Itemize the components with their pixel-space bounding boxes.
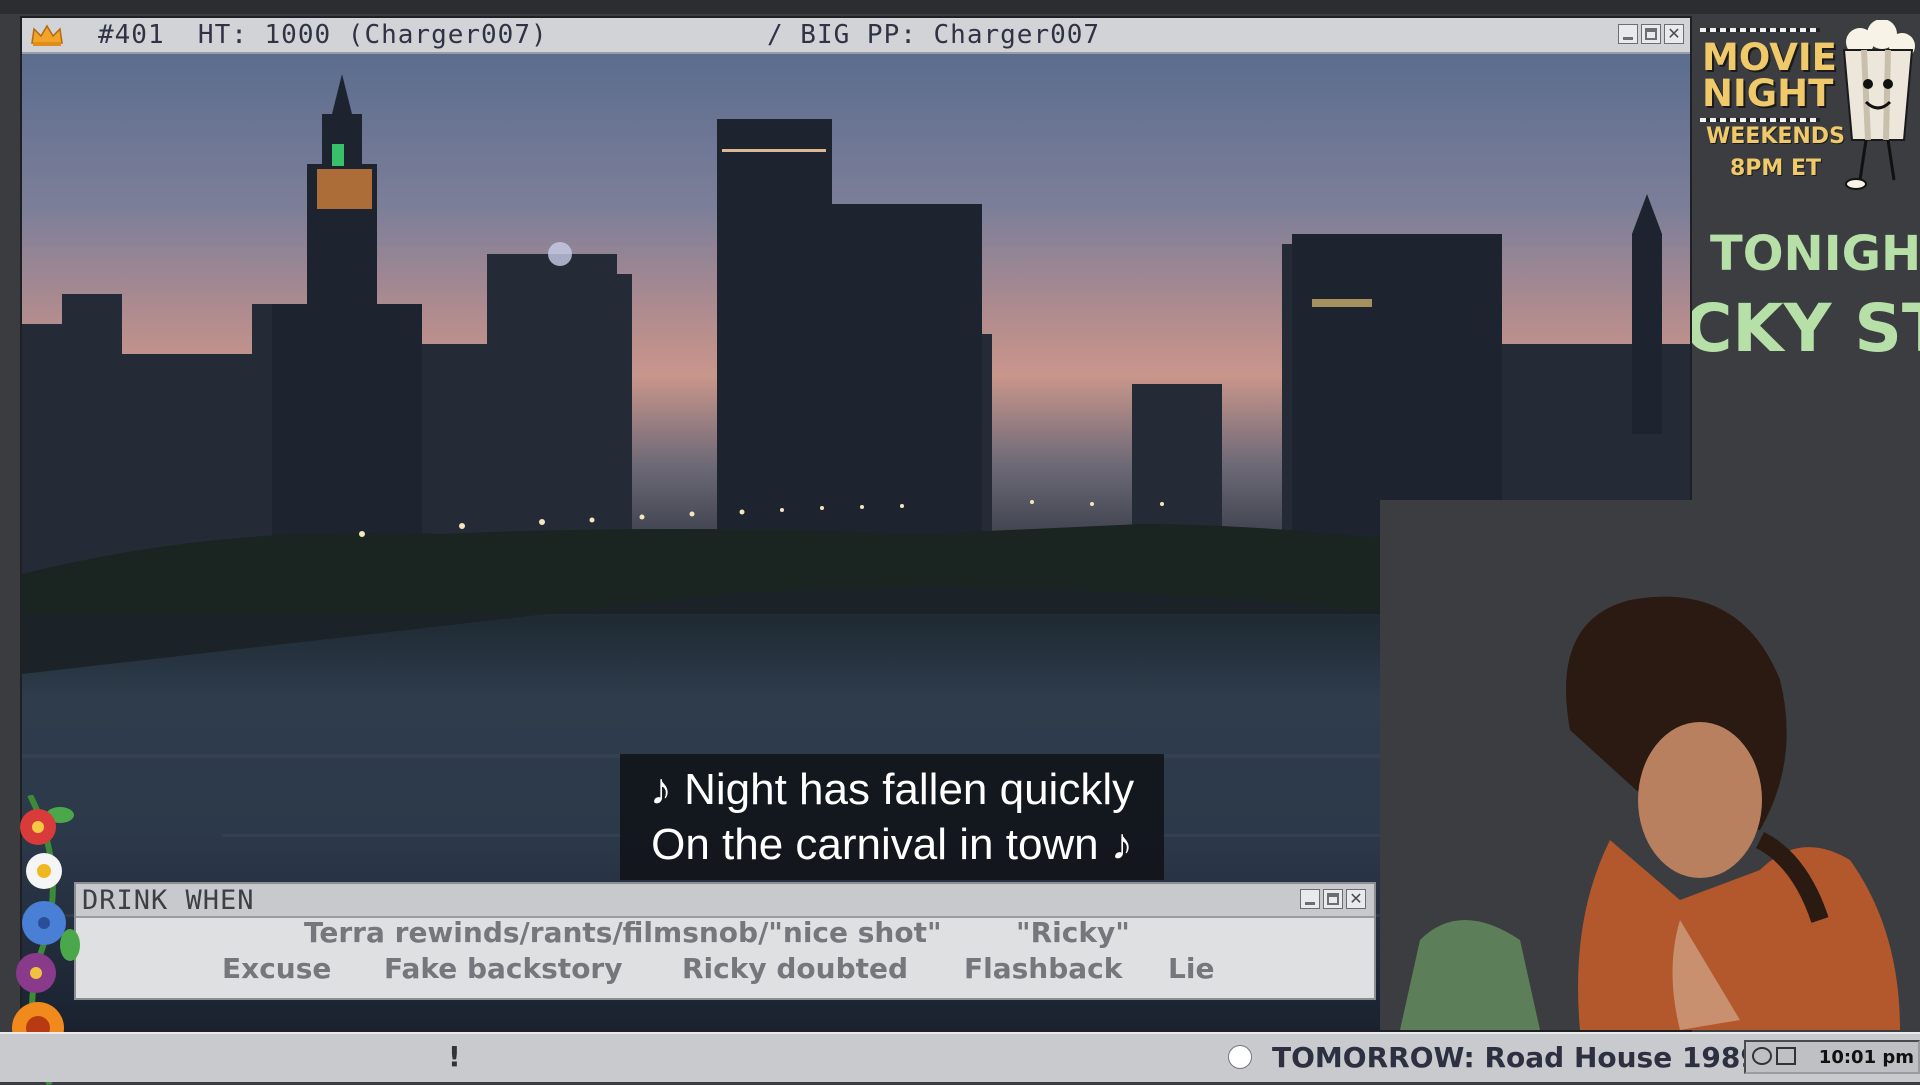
movie-night-title: MOVIE NIGHT [1702,36,1837,115]
movie-night-line-1: MOVIE [1702,36,1837,79]
tonight-label: TONIGHT: [1710,226,1920,282]
drink-when-window: DRINK WHEN ✕ Terra rewinds/rants/filmsno… [74,882,1376,1000]
volume-icon[interactable] [1776,1047,1796,1065]
webcam-feed [1380,500,1920,1030]
movie-night-line-2: NIGHT [1702,72,1834,115]
subtitle-box: ♪ Night has fallen quickly On the carniv… [620,754,1164,880]
maximize-button[interactable] [1323,889,1343,909]
close-button[interactable]: ✕ [1664,24,1684,44]
close-button[interactable]: ✕ [1346,889,1366,909]
player-window-controls: ✕ [1618,24,1684,44]
drink-rule: Lie [1168,952,1215,985]
popcorn-mascot-icon [1842,20,1915,190]
clock[interactable]: 10:01 pm [1819,1047,1914,1068]
crown-icon [31,24,63,46]
subtitle-line-1: ♪ Night has fallen quickly [649,765,1135,814]
drink-rule: Excuse [222,952,332,985]
schedule-days: WEEKENDS [1706,124,1845,149]
player-titlebar[interactable]: #401 HT: 1000 (Charger007) / BIG PP: Cha… [22,18,1690,54]
schedule-time: 8PM ET [1730,156,1822,181]
network-icon[interactable] [1752,1047,1772,1065]
minimize-button[interactable] [1618,24,1638,44]
dashed-divider [1700,28,1820,32]
drink-when-titlebar[interactable]: DRINK WHEN ✕ [76,884,1374,918]
subtitle-line-2: On the carnival in town ♪ [651,820,1133,869]
drink-when-title: DRINK WHEN [82,884,255,916]
status-dot-icon [1228,1045,1252,1069]
taskbar: ! TOMORROW: Road House 1989 (s 10:01 pm [0,1032,1920,1082]
alert-indicator[interactable]: ! [448,1040,461,1073]
system-tray: 10:01 pm [1744,1040,1920,1074]
tonight-movie-title: CKY STA [1692,290,1920,367]
drink-window-controls: ✕ [1300,889,1366,909]
drink-rule: Terra rewinds/rants/filmsnob/"nice shot" [304,916,942,949]
minimize-button[interactable] [1300,889,1320,909]
top-strip [0,0,1920,14]
maximize-button[interactable] [1641,24,1661,44]
big-pp-label: / BIG PP: Charger007 [767,20,1101,50]
upcoming-ticker: TOMORROW: Road House 1989 (s [1272,1041,1800,1074]
streamer-webcam-image [1380,500,1920,1030]
drink-rule: Fake backstory [384,952,623,985]
viewer-stats: #401 HT: 1000 (Charger007) [98,20,548,50]
dashed-divider [1700,118,1820,122]
drink-rule: Ricky doubted [682,952,909,985]
drink-rule: "Ricky" [1016,916,1130,949]
drink-rule: Flashback [964,952,1123,985]
